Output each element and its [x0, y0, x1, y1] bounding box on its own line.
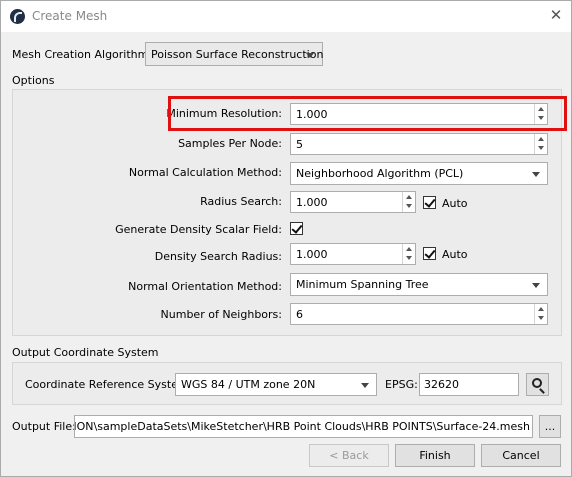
arrow-up-icon[interactable]	[538, 307, 544, 311]
density-field-label: Generate Density Scalar Field:	[115, 223, 282, 236]
arrow-up-icon[interactable]	[406, 195, 412, 199]
radius-value: 1.000	[296, 196, 328, 209]
samples-stepper[interactable]	[534, 134, 547, 154]
arrow-down-icon[interactable]	[538, 146, 544, 150]
radius-auto-label: Auto	[442, 197, 468, 210]
normal-calc-label: Normal Calculation Method:	[128, 166, 282, 179]
output-file-field[interactable]: SH_CREATION\sampleDataSets\MikeStetcher\…	[74, 415, 533, 438]
arrow-up-icon[interactable]	[406, 247, 412, 251]
app-icon	[10, 9, 25, 24]
neighbors-value: 6	[296, 308, 303, 321]
create-mesh-dialog: Create Mesh ✕ Mesh Creation Algorithm: P…	[0, 0, 572, 477]
radius-stepper[interactable]	[402, 192, 415, 212]
normal-calc-select[interactable]: Neighborhood Algorithm (PCL)	[290, 162, 548, 185]
radius-label: Radius Search:	[200, 195, 282, 208]
orientation-value: Minimum Spanning Tree	[296, 278, 429, 291]
chevron-down-icon	[306, 53, 314, 58]
radius-auto-checkbox[interactable]	[423, 196, 436, 209]
crs-label: Coordinate Reference System:	[25, 378, 193, 391]
density-auto-label: Auto	[442, 248, 468, 261]
density-radius-label: Density Search Radius:	[154, 250, 282, 263]
arrow-up-icon[interactable]	[538, 137, 544, 141]
neighbors-stepper[interactable]	[534, 304, 547, 324]
algorithm-label: Mesh Creation Algorithm:	[12, 48, 153, 61]
neighbors-label: Number of Neighbors:	[160, 308, 282, 321]
samples-value: 5	[296, 138, 303, 151]
crs-search-button[interactable]	[526, 373, 549, 396]
chevron-down-icon	[361, 383, 369, 388]
chevron-down-icon	[532, 283, 540, 288]
options-group-label: Options	[12, 74, 55, 87]
density-radius-value: 1.000	[296, 248, 328, 261]
density-field-checkbox[interactable]	[290, 222, 303, 235]
chevron-down-icon	[532, 172, 540, 177]
density-radius-spinbox[interactable]: 1.000	[290, 243, 416, 265]
back-button[interactable]: < Back	[309, 444, 389, 467]
crs-select[interactable]: WGS 84 / UTM zone 20N	[175, 373, 377, 396]
epsg-label: EPSG:	[385, 378, 418, 391]
normal-calc-value: Neighborhood Algorithm (PCL)	[296, 167, 464, 180]
epsg-value: 32620	[424, 378, 459, 391]
cancel-button[interactable]: Cancel	[481, 444, 561, 467]
samples-spinbox[interactable]: 5	[290, 133, 548, 155]
browse-button[interactable]: ...	[539, 415, 561, 438]
density-radius-stepper[interactable]	[402, 244, 415, 264]
arrow-down-icon[interactable]	[538, 316, 544, 320]
density-auto-checkbox[interactable]	[423, 247, 436, 260]
orientation-label: Normal Orientation Method:	[128, 280, 282, 293]
search-icon	[532, 378, 542, 388]
orientation-select[interactable]: Minimum Spanning Tree	[290, 273, 548, 296]
crs-group-label: Output Coordinate System	[12, 346, 159, 359]
crs-value: WGS 84 / UTM zone 20N	[181, 378, 316, 391]
highlight-box	[168, 96, 567, 131]
samples-label: Samples Per Node:	[178, 137, 282, 150]
algorithm-select[interactable]: Poisson Surface Reconstruction	[145, 42, 323, 66]
epsg-field[interactable]: 32620	[419, 373, 519, 396]
output-file-value: SH_CREATION\sampleDataSets\MikeStetcher\…	[75, 420, 530, 433]
algorithm-value: Poisson Surface Reconstruction	[151, 48, 324, 61]
neighbors-spinbox[interactable]: 6	[290, 303, 548, 325]
output-file-label: Output File:	[12, 420, 76, 433]
finish-button[interactable]: Finish	[395, 444, 475, 467]
window-title: Create Mesh	[32, 9, 108, 23]
radius-spinbox[interactable]: 1.000	[290, 191, 416, 213]
arrow-down-icon[interactable]	[406, 204, 412, 208]
title-bar: Create Mesh ✕	[1, 1, 571, 32]
close-icon[interactable]: ✕	[549, 7, 563, 23]
arrow-down-icon[interactable]	[406, 256, 412, 260]
